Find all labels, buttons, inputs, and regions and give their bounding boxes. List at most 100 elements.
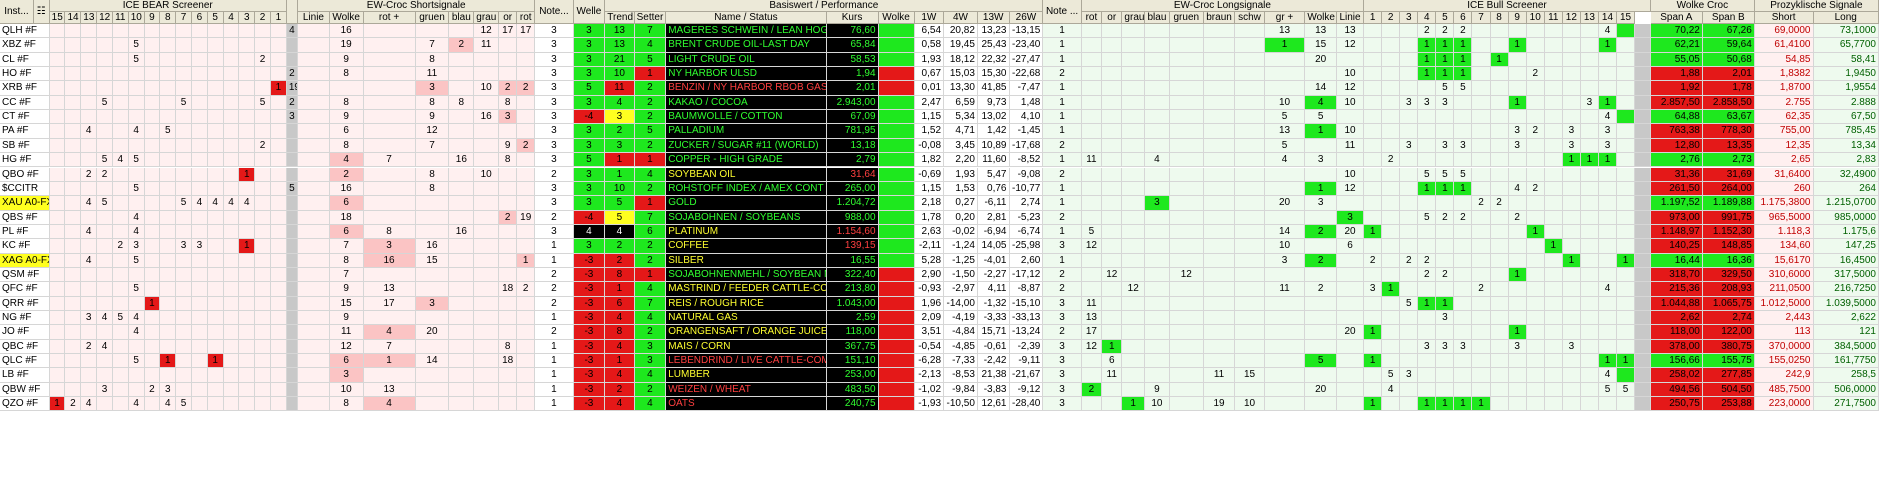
group-header[interactable]: ICE BEAR Screener bbox=[49, 0, 287, 12]
column-header[interactable]: grau bbox=[1122, 12, 1145, 24]
instrument-status[interactable]: PALLADIUM bbox=[666, 124, 827, 139]
instrument-status[interactable]: WEIZEN / WHEAT bbox=[666, 382, 827, 398]
instrument-name[interactable]: NG #F bbox=[0, 311, 50, 326]
instrument-status[interactable]: NATURAL GAS bbox=[666, 311, 827, 326]
column-header[interactable]: 7 bbox=[1472, 12, 1491, 24]
column-header[interactable]: 5 bbox=[1436, 12, 1455, 24]
column-header[interactable]: 14 bbox=[65, 12, 82, 24]
column-header[interactable]: 4 bbox=[223, 12, 240, 24]
column-header[interactable]: 15 bbox=[49, 12, 66, 24]
instrument-name[interactable]: PA #F bbox=[0, 124, 50, 139]
instrument-name[interactable]: QZO #F bbox=[0, 397, 50, 412]
column-header[interactable]: 2 bbox=[255, 12, 271, 24]
instrument-status[interactable]: BRENT CRUDE OIL-LAST DAY bbox=[666, 38, 827, 53]
column-header[interactable]: 9 bbox=[1508, 12, 1527, 24]
column-header[interactable]: 14 bbox=[1598, 12, 1618, 24]
column-header[interactable]: 8 bbox=[1490, 12, 1509, 24]
instrument-status[interactable]: ORANGENSAFT / ORANGE JUICE bbox=[666, 325, 827, 340]
column-header[interactable]: 13 bbox=[81, 12, 98, 24]
instrument-status[interactable]: LIGHT CRUDE OIL bbox=[666, 52, 827, 68]
instrument-name[interactable]: HG #F bbox=[0, 153, 50, 168]
column-header[interactable]: Wolke bbox=[1305, 12, 1337, 24]
instrument-name[interactable]: KC #F bbox=[0, 239, 50, 254]
instrument-name[interactable]: XRB #F bbox=[0, 81, 50, 96]
instrument-name[interactable]: XAU A0-FX bbox=[0, 196, 50, 211]
column-header[interactable]: 1W bbox=[914, 12, 945, 24]
column-header[interactable]: 3 bbox=[1400, 12, 1419, 24]
instrument-name[interactable]: CL #F bbox=[0, 52, 50, 68]
instrument-status[interactable]: NY HARBOR ULSD bbox=[666, 67, 827, 82]
column-header[interactable]: 4W bbox=[944, 12, 978, 24]
column-header[interactable]: 4 bbox=[1418, 12, 1437, 24]
instrument-name[interactable]: $CCITR bbox=[0, 181, 50, 197]
column-header[interactable]: Linie bbox=[1336, 12, 1365, 24]
instrument-status[interactable]: ROHSTOFF INDEX / AMEX CONT bbox=[666, 181, 827, 197]
column-header[interactable]: Long bbox=[1813, 12, 1879, 24]
instrument-name[interactable]: QBW #F bbox=[0, 382, 50, 398]
instrument-status[interactable]: REIS / ROUGH RICE bbox=[666, 296, 827, 311]
group-header[interactable]: Wolke Croc bbox=[1650, 0, 1755, 12]
column-header[interactable]: gruen bbox=[415, 12, 450, 24]
instrument-name[interactable]: LB #F bbox=[0, 368, 50, 383]
group-header[interactable]: Welle bbox=[573, 0, 606, 24]
column-header[interactable]: 1 bbox=[1364, 12, 1383, 24]
column-header[interactable]: Short bbox=[1754, 12, 1814, 24]
group-header[interactable]: Note ... bbox=[1043, 0, 1082, 24]
group-header[interactable]: Prozyklische Signale bbox=[1754, 0, 1879, 12]
instrument-status[interactable]: KAKAO / COCOA bbox=[666, 95, 827, 111]
instrument-name[interactable]: QBS #F bbox=[0, 210, 50, 225]
column-header[interactable]: blau bbox=[449, 12, 475, 24]
instrument-name[interactable]: QRR #F bbox=[0, 296, 50, 311]
group-header[interactable]: EW-Croc Longsignale bbox=[1081, 0, 1365, 12]
instrument-name[interactable]: XAG A0-FX bbox=[0, 253, 50, 268]
column-header[interactable]: 5 bbox=[207, 12, 224, 24]
column-header[interactable]: 3 bbox=[239, 12, 256, 24]
column-header[interactable]: or bbox=[499, 12, 518, 24]
instrument-name[interactable]: QLH #F bbox=[0, 24, 50, 39]
group-header[interactable]: Note... bbox=[535, 0, 574, 24]
column-header[interactable]: 11 bbox=[1544, 12, 1563, 24]
column-header[interactable]: 6 bbox=[1454, 12, 1473, 24]
instrument-name[interactable]: SB #F bbox=[0, 138, 50, 154]
instrument-status[interactable]: OATS bbox=[666, 397, 827, 412]
column-header[interactable]: 26W bbox=[1009, 12, 1044, 24]
column-header[interactable]: Span B bbox=[1702, 12, 1755, 24]
instrument-name[interactable]: PL #F bbox=[0, 224, 50, 240]
instrument-status[interactable]: MAIS / CORN bbox=[666, 339, 827, 355]
column-header[interactable]: schw bbox=[1235, 12, 1265, 24]
menu-icon[interactable]: ☷ bbox=[33, 0, 50, 24]
column-header[interactable]: 11 bbox=[112, 12, 129, 24]
instrument-status[interactable]: COPPER - HIGH GRADE bbox=[666, 153, 827, 168]
column-header[interactable]: 15 bbox=[1617, 12, 1636, 24]
instrument-status[interactable]: LEBENDRIND / LIVE CATTLE-COM bbox=[666, 354, 827, 369]
column-header[interactable]: 13W bbox=[977, 12, 1010, 24]
column-header[interactable]: braun bbox=[1203, 12, 1236, 24]
column-header[interactable]: gr + bbox=[1264, 12, 1306, 24]
instrument-name[interactable]: QBC #F bbox=[0, 339, 50, 355]
column-header[interactable]: 12 bbox=[97, 12, 113, 24]
column-header[interactable]: or bbox=[1102, 12, 1123, 24]
instrument-status[interactable]: LUMBER bbox=[666, 368, 827, 383]
instrument-status[interactable]: PLATINUM bbox=[666, 224, 827, 240]
instrument-status[interactable]: SOJABOHNEN / SOYBEANS bbox=[666, 210, 827, 225]
column-header[interactable]: 10 bbox=[1526, 12, 1545, 24]
column-header[interactable]: 6 bbox=[191, 12, 208, 24]
column-header[interactable]: rot bbox=[1081, 12, 1103, 24]
instrument-status[interactable]: BENZIN / NY HARBOR RBOB GAS bbox=[666, 81, 827, 96]
instrument-status[interactable]: COFFEE bbox=[666, 239, 827, 254]
column-header[interactable]: Setter bbox=[634, 12, 667, 24]
column-header[interactable]: blau bbox=[1145, 12, 1170, 24]
instrument-status[interactable]: SILBER bbox=[666, 253, 827, 268]
column-header[interactable]: gruen bbox=[1169, 12, 1204, 24]
instrument-status[interactable]: SOJABOHNENMEHL / SOYBEAN M bbox=[666, 267, 827, 283]
column-header[interactable]: 2 bbox=[1382, 12, 1401, 24]
column-header[interactable]: grau bbox=[474, 12, 500, 24]
column-header[interactable]: 8 bbox=[160, 12, 177, 24]
column-header[interactable]: Wolke bbox=[878, 12, 915, 24]
instrument-name[interactable]: QLC #F bbox=[0, 354, 50, 369]
column-header[interactable]: 9 bbox=[144, 12, 161, 24]
group-header[interactable]: Inst... bbox=[0, 0, 34, 24]
column-header[interactable]: 7 bbox=[176, 12, 192, 24]
instrument-status[interactable]: MAGERES SCHWEIN / LEAN HOG bbox=[666, 24, 827, 39]
instrument-name[interactable]: CT #F bbox=[0, 110, 50, 125]
